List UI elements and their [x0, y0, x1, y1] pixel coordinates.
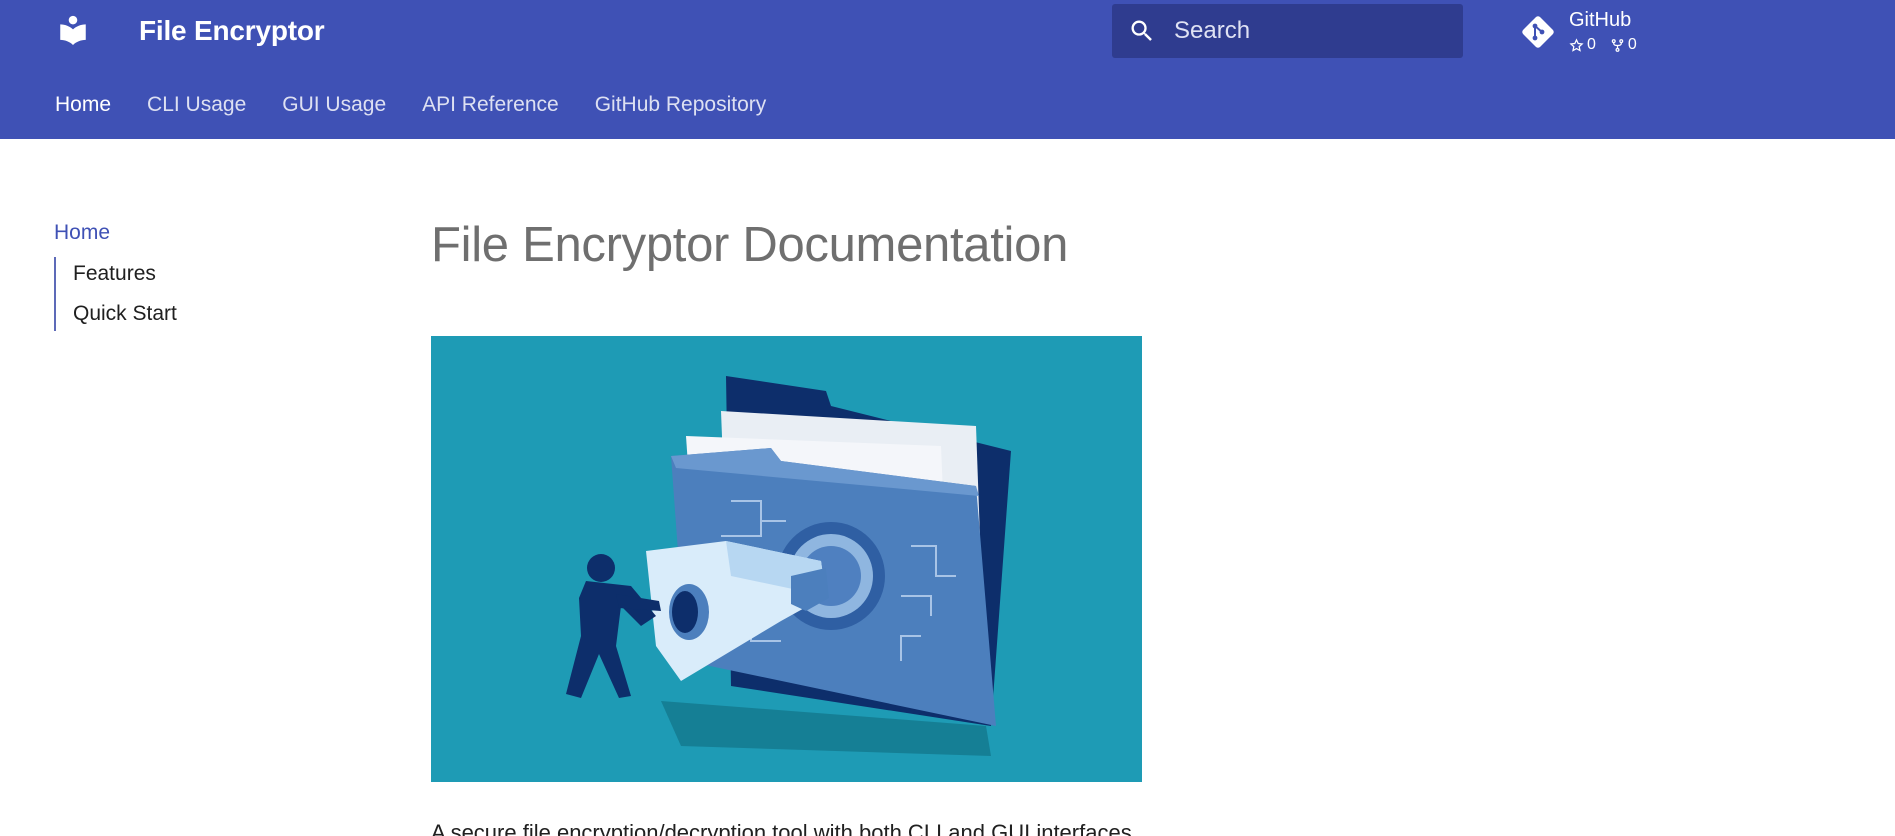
page-title: File Encryptor Documentation	[431, 218, 1069, 272]
site-logo[interactable]	[53, 10, 93, 50]
toc-item-features[interactable]: Features	[73, 259, 314, 289]
intro-paragraph: A secure file encryption/decryption tool…	[431, 820, 1138, 836]
site-title: File Encryptor	[139, 15, 325, 46]
repo-forks-count: 0	[1627, 36, 1637, 53]
git-icon	[1522, 16, 1554, 48]
repo-forks: 0	[1610, 36, 1637, 54]
repo-stars-count: 0	[1587, 36, 1596, 53]
repo-name: GitHub	[1569, 9, 1632, 31]
folder-key-illustration	[431, 336, 1142, 782]
book-reader-icon	[60, 15, 86, 45]
tab-cli-usage[interactable]: CLI Usage	[147, 90, 246, 120]
sidebar-item-home[interactable]: Home	[54, 218, 314, 248]
search-icon	[1131, 20, 1152, 41]
search-input[interactable]	[1174, 4, 1454, 58]
tab-home[interactable]: Home	[55, 90, 111, 120]
table-of-contents: Features Quick Start	[54, 257, 314, 331]
repo-link[interactable]: GitHub 0 0	[1520, 6, 1660, 56]
hero-image	[431, 336, 1142, 782]
star-icon	[1569, 37, 1584, 52]
top-tabs: Home CLI Usage GUI Usage API Reference G…	[55, 90, 802, 120]
search-box[interactable]	[1112, 4, 1463, 58]
sidebar-nav: Home Features Quick Start	[54, 218, 314, 331]
toc-item-quick-start[interactable]: Quick Start	[73, 299, 314, 329]
fork-icon	[1611, 38, 1624, 52]
repo-stars: 0	[1569, 36, 1596, 54]
tab-gui-usage[interactable]: GUI Usage	[282, 90, 386, 120]
tab-api-reference[interactable]: API Reference	[422, 90, 559, 120]
top-header: File Encryptor GitHub 0 0	[0, 0, 1895, 139]
main-content: File Encryptor Documentation A secure fi…	[431, 210, 1431, 836]
repo-facts: 0 0	[1569, 36, 1637, 54]
tab-github-repository[interactable]: GitHub Repository	[595, 90, 767, 120]
